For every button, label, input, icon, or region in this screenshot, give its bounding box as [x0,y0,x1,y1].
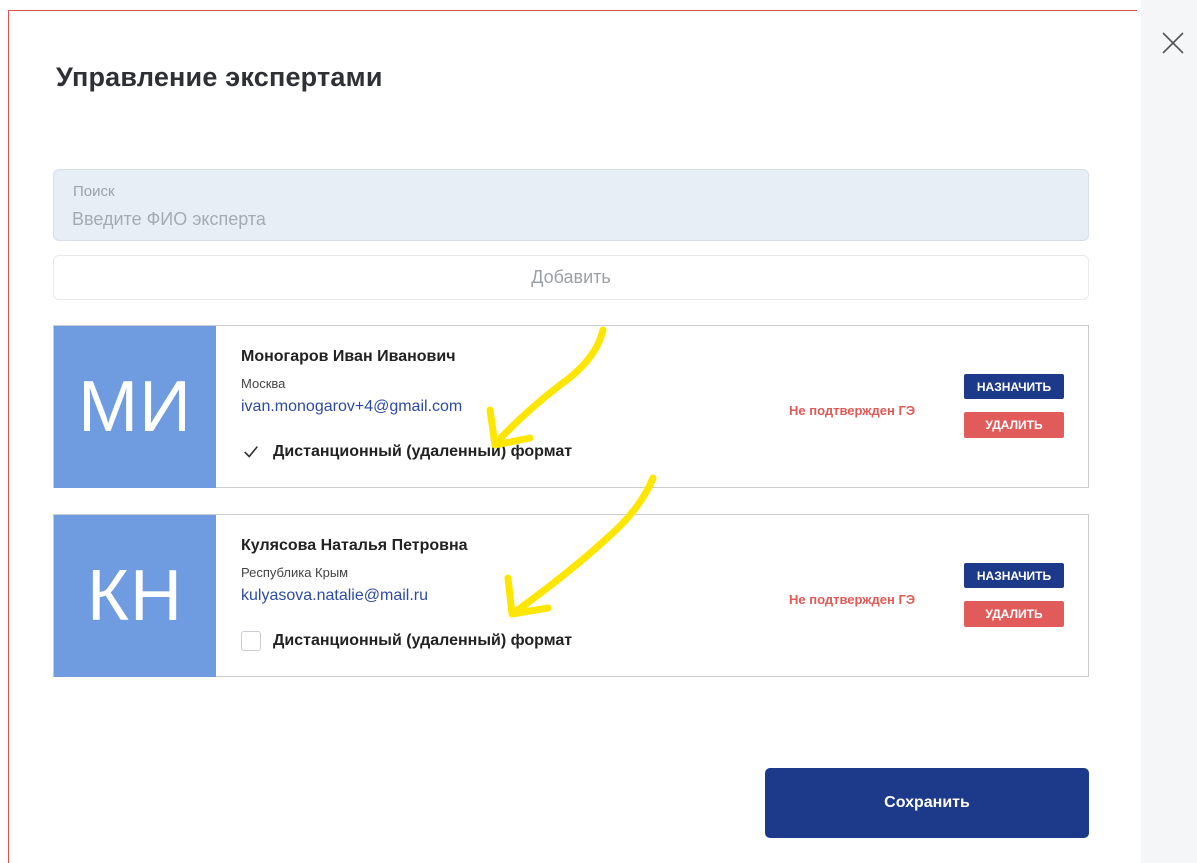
expert-city: Москва [241,376,286,391]
avatar: КН [54,515,216,677]
backdrop-strip [1141,0,1197,863]
remote-format-option[interactable]: Дистанционный (удаленный) формат [241,442,572,462]
assign-button[interactable]: НАЗНАЧИТЬ [964,374,1064,399]
expert-card: МИ Моногаров Иван Иванович Москва ivan.m… [53,325,1089,488]
delete-button[interactable]: УДАЛИТЬ [964,412,1064,438]
remote-format-label: Дистанционный (удаленный) формат [273,632,573,649]
assign-button[interactable]: НАЗНАЧИТЬ [964,563,1064,588]
checkmark-icon [244,446,258,458]
remote-format-label: Дистанционный (удаленный) формат [273,443,573,460]
expert-city: Республика Крым [241,565,349,580]
search-label: Поиск [73,183,115,200]
expert-name: Моногаров Иван Иванович [241,348,456,365]
remote-format-checkbox[interactable] [241,442,261,462]
status-badge: Не подтвержден ГЭ [789,403,916,418]
search-field[interactable]: Поиск [53,169,1089,241]
expert-email-link[interactable]: kulyasova.natalie@mail.ru [241,587,428,605]
add-expert-button[interactable]: Добавить [53,255,1089,300]
status-badge: Не подтвержден ГЭ [789,592,916,607]
remote-format-checkbox[interactable] [241,631,261,651]
delete-button[interactable]: УДАЛИТЬ [964,601,1064,627]
expert-name: Кулясова Наталья Петровна [241,537,468,554]
save-button[interactable]: Сохранить [765,768,1089,838]
expert-card: КН Кулясова Наталья Петровна Республика … [53,514,1089,677]
avatar: МИ [54,326,216,488]
expert-email-link[interactable]: ivan.monogarov+4@gmail.com [241,398,462,416]
search-input[interactable] [72,206,1052,232]
modal-title: Управление экспертами [56,62,383,92]
close-icon[interactable] [1160,30,1186,56]
remote-format-option[interactable]: Дистанционный (удаленный) формат [241,631,572,651]
